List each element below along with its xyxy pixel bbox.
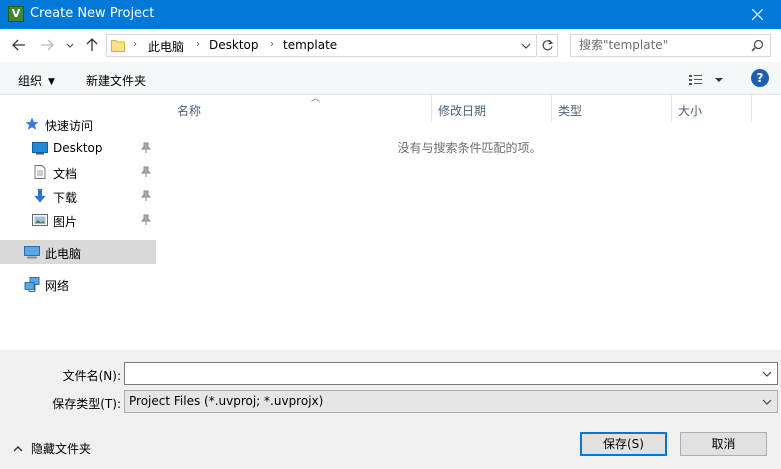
nav-item-label: Desktop bbox=[53, 141, 103, 155]
pin-icon bbox=[141, 214, 151, 225]
help-button[interactable]: ? bbox=[751, 69, 769, 87]
breadcrumb-separator-icon: › bbox=[270, 39, 274, 50]
address-row: › 此电脑 › Desktop › template bbox=[0, 29, 781, 62]
column-header-name[interactable]: ︿ 名称 bbox=[171, 94, 432, 122]
pin-icon bbox=[141, 142, 151, 153]
network-icon bbox=[24, 277, 40, 292]
save-options-panel: 文件名(N): 保存类型(T): Project Files (*.uvproj… bbox=[0, 350, 781, 469]
app-icon: V bbox=[8, 6, 24, 22]
search-icon[interactable] bbox=[751, 39, 764, 52]
chevron-down-icon bbox=[762, 399, 772, 405]
folder-icon bbox=[111, 40, 125, 52]
column-header-label: 类型 bbox=[558, 104, 583, 118]
documents-icon bbox=[34, 165, 46, 179]
nav-item-label: 图片 bbox=[53, 215, 78, 229]
filename-input[interactable] bbox=[129, 366, 749, 380]
organize-label: 组织 bbox=[18, 74, 43, 88]
nav-network-label: 网络 bbox=[45, 279, 70, 293]
organize-menu[interactable]: 组织 ▼ bbox=[18, 72, 55, 89]
filetype-select[interactable]: Project Files (*.uvproj; *.uvprojx) bbox=[124, 390, 778, 413]
nav-item-downloads[interactable]: 下载 bbox=[0, 184, 156, 208]
breadcrumb-separator-icon: › bbox=[133, 39, 137, 50]
window-title: Create New Project bbox=[30, 6, 155, 21]
recent-locations-button[interactable] bbox=[65, 37, 77, 55]
filetype-value: Project Files (*.uvproj; *.uvprojx) bbox=[129, 394, 324, 408]
close-button[interactable] bbox=[735, 0, 781, 29]
view-options-button[interactable] bbox=[688, 72, 726, 88]
save-button[interactable]: 保存(S) bbox=[580, 432, 667, 456]
column-header-label: 修改日期 bbox=[438, 104, 487, 118]
nav-this-pc-label: 此电脑 bbox=[45, 247, 82, 261]
arrow-up-icon bbox=[86, 38, 98, 51]
nav-network[interactable]: 网络 bbox=[0, 272, 156, 296]
nav-quick-access[interactable]: 快速访问 bbox=[0, 112, 156, 136]
column-header-date[interactable]: 修改日期 bbox=[432, 95, 552, 122]
column-header-size[interactable]: 大小 bbox=[672, 95, 752, 122]
command-toolbar: 组织 ▼ 新建文件夹 ? bbox=[0, 62, 781, 95]
column-header-label: 大小 bbox=[678, 104, 703, 118]
nav-item-documents[interactable]: 文档 bbox=[0, 160, 156, 184]
search-input[interactable] bbox=[579, 38, 749, 52]
refresh-icon bbox=[542, 39, 554, 51]
pictures-icon bbox=[32, 214, 48, 226]
title-bar: V Create New Project bbox=[0, 0, 781, 29]
computer-icon bbox=[24, 246, 40, 259]
up-button[interactable] bbox=[84, 37, 102, 55]
download-icon bbox=[34, 189, 46, 203]
view-list-icon bbox=[689, 75, 723, 85]
nav-quick-access-label: 快速访问 bbox=[45, 119, 94, 133]
breadcrumb-this-pc[interactable]: 此电脑 bbox=[148, 38, 184, 55]
hide-folders-toggle[interactable]: 隐藏文件夹 bbox=[13, 440, 91, 457]
arrow-right-icon bbox=[41, 39, 54, 51]
chevron-up-icon bbox=[13, 446, 23, 452]
chevron-down-icon[interactable] bbox=[761, 368, 773, 380]
desktop-icon bbox=[32, 142, 48, 155]
breadcrumb-separator-icon: › bbox=[196, 39, 200, 50]
empty-message: 没有与搜索条件匹配的项。 bbox=[397, 141, 542, 155]
filetype-label: 保存类型(T): bbox=[52, 397, 121, 411]
nav-item-desktop[interactable]: Desktop bbox=[0, 136, 156, 160]
nav-item-pictures[interactable]: 图片 bbox=[0, 208, 156, 232]
chevron-down-icon bbox=[66, 43, 74, 48]
nav-item-label: 下载 bbox=[53, 191, 78, 205]
close-icon bbox=[752, 9, 763, 20]
caret-down-icon: ▼ bbox=[48, 77, 55, 87]
navigation-pane: 快速访问 Desktop 文档 下载 图片 此电脑 网络 bbox=[0, 95, 158, 350]
arrow-left-icon bbox=[12, 39, 25, 51]
star-icon bbox=[25, 117, 39, 130]
search-box[interactable] bbox=[570, 34, 771, 57]
hide-folders-label: 隐藏文件夹 bbox=[31, 442, 92, 456]
back-button[interactable] bbox=[11, 37, 29, 55]
filename-label: 文件名(N): bbox=[62, 369, 121, 383]
breadcrumb-desktop[interactable]: Desktop bbox=[209, 38, 259, 52]
breadcrumb-template[interactable]: template bbox=[283, 38, 337, 52]
nav-item-label: 文档 bbox=[53, 167, 78, 181]
refresh-button[interactable] bbox=[538, 34, 558, 57]
new-folder-button[interactable]: 新建文件夹 bbox=[86, 72, 146, 89]
pin-icon bbox=[141, 190, 151, 201]
file-list: ︿ 名称 修改日期 类型 大小 没有与搜索条件匹配的项。 bbox=[158, 94, 781, 350]
forward-button[interactable] bbox=[39, 37, 57, 55]
nav-this-pc[interactable]: 此电脑 bbox=[0, 240, 156, 264]
filename-field[interactable] bbox=[124, 362, 778, 385]
column-header-type[interactable]: 类型 bbox=[552, 95, 672, 122]
pin-icon bbox=[141, 166, 151, 177]
address-bar[interactable]: › 此电脑 › Desktop › template bbox=[106, 34, 537, 57]
cancel-button[interactable]: 取消 bbox=[680, 432, 767, 456]
column-header-label: 名称 bbox=[177, 104, 202, 118]
sort-ascending-icon: ︿ bbox=[311, 94, 321, 104]
address-dropdown-icon[interactable] bbox=[520, 40, 532, 52]
